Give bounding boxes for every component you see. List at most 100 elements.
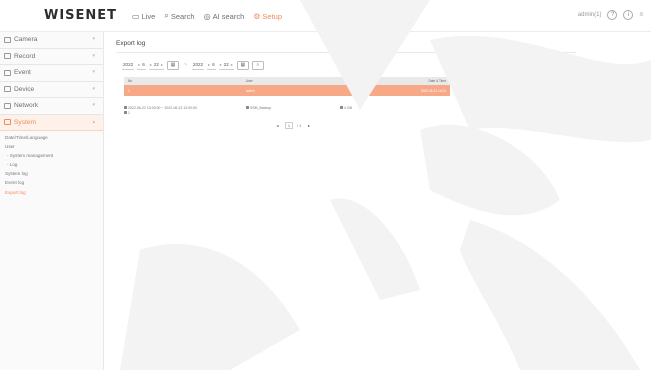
submenu-event-log[interactable]: Event log [5,178,103,187]
stepper-icon: ▸ [149,62,152,67]
stepper-icon: ▸ [230,62,233,67]
date-filter: 2022 ▸ 6 ▸ 22 ▸ ▦ ~ 2022 ▸ 6 ▸ 22 ▸ ▦ ⌕ [122,60,264,70]
detail-channel: 1 [124,111,246,115]
row-detail: 2022-06-22 10:00:00 ~ 2022-06-22 12:00:0… [124,105,450,115]
detail-line: 1 [124,110,450,115]
nav-ai-search-label: AI search [212,11,245,21]
chevron-up-icon: ▴ [92,118,95,125]
end-month-value: 6 [212,62,215,67]
record-icon [4,53,11,60]
submenu-system-log[interactable]: System log [5,169,103,178]
end-year-value: 2022 [192,62,204,67]
sidebar-item-label: Device [14,85,35,93]
event-icon [4,69,11,76]
cell-no: 1 [128,88,130,93]
stepper-icon: ▸ [160,62,163,67]
col-header-no[interactable]: No. [124,79,246,83]
page-title: Export log [116,40,146,47]
sidebar-item-camera[interactable]: Camera ▾ [0,32,103,49]
file-icon [246,106,249,109]
sidebar-item-label: Camera [14,36,38,44]
chevron-down-icon: ▾ [92,85,95,92]
help-icon[interactable]: ? [607,10,618,20]
stepper-icon: ▸ [138,62,141,67]
sidebar-item-label: System [14,118,36,126]
submenu-export-log[interactable]: Export log [5,188,103,197]
detail-file-text: SSM_Backup [250,105,272,110]
nav-live-label: Live [141,11,156,21]
col-header-user[interactable]: User [246,79,390,83]
calendar-icon: ▦ [240,62,246,68]
detail-channel-text: 1 [128,110,130,115]
submenu-date-time-language[interactable]: Date/Time/Language [5,133,103,142]
start-month-select[interactable]: ▸ 6 [137,61,146,70]
disk-icon [340,106,343,109]
sidebar-item-event[interactable]: Event ▾ [0,65,103,82]
stepper-icon: ▸ [208,62,211,67]
top-bar: WISENET ▭ Live ⌕ Search ◎ AI search ⚙ Se… [0,0,651,32]
nav-setup[interactable]: ⚙ Setup [253,11,282,21]
ai-search-icon: ◎ [203,11,211,21]
camera-icon [124,111,127,114]
sidebar-item-record[interactable]: Record ▾ [0,49,103,65]
nav-ai-search[interactable]: ◎ AI search [204,11,245,21]
total-pages: / 1 [297,123,302,128]
system-icon [4,119,11,126]
sidebar-item-label: Event [14,69,31,77]
clock-icon [124,106,127,109]
submenu-user[interactable]: User [5,142,103,151]
nav-live[interactable]: ▭ Live [132,11,155,21]
sidebar-item-label: Record [14,52,36,60]
calendar-icon: ▦ [170,62,176,68]
submenu-system-management[interactable]: - System management [5,151,103,160]
table-row[interactable]: 1 admin 2022-06-22 14:21 [124,85,450,96]
chevron-down-icon: ▾ [92,69,95,75]
search-icon: ⌕ [164,11,169,20]
chevron-down-icon: ▾ [92,102,95,108]
search-button[interactable]: ⌕ [251,60,264,70]
sidebar-item-system[interactable]: System ▴ [0,114,103,131]
sidebar: Camera ▾ Record ▾ Event ▾ Device ▾ Netwo… [0,32,104,370]
sidebar-menu: Camera ▾ Record ▾ Event ▾ Device ▾ Netwo… [0,32,103,131]
search-icon: ⌕ [256,62,260,68]
stepper-icon: ▸ [219,62,222,67]
info-icon[interactable]: i [623,10,634,20]
user-label[interactable]: admin(1) [578,12,602,18]
detail-range-text: 2022-06-22 10:00:00 ~ 2022-06-22 12:00:0… [128,105,197,110]
current-page[interactable]: 1 [285,122,293,129]
start-year-value: 2022 [123,62,134,67]
end-month-select[interactable]: ▸ 6 [207,61,216,70]
title-divider [116,52,576,53]
start-year-select[interactable]: 2022 [122,61,135,70]
sidebar-item-network[interactable]: Network ▾ [0,98,103,115]
export-log-table: No. User Date & Time 1 admin 2022-06-22 … [124,77,450,96]
end-calendar-button[interactable]: ▦ [236,60,249,70]
prev-page-icon[interactable]: ◂ [274,122,281,129]
menu-icon[interactable]: ≡ [639,12,643,18]
start-month-value: 6 [142,62,145,67]
gear-icon: ⚙ [253,11,261,21]
detail-size-text: 4 GB [344,105,352,110]
start-day-select[interactable]: ▸ 22 ▸ [148,61,164,70]
detail-size: 4 GB [340,106,400,110]
cell-datetime: 2022-06-22 14:21 [420,88,446,93]
col-header-datetime[interactable]: Date & Time [390,79,450,83]
cell-user: admin [246,88,255,93]
next-page-icon[interactable]: ▸ [305,122,312,129]
detail-range: 2022-06-22 10:00:00 ~ 2022-06-22 12:00:0… [124,106,246,110]
submenu-log[interactable]: - Log [5,160,103,169]
chevron-down-icon: ▾ [92,52,95,59]
detail-file: SSM_Backup [246,106,340,110]
start-calendar-button[interactable]: ▦ [166,60,179,70]
end-day-select[interactable]: ▸ 22 ▸ [218,61,234,70]
top-right-tools: admin(1) ? i ≡ [578,10,643,20]
main-content: Export log 2022 ▸ 6 ▸ 22 ▸ ▦ ~ 2022 ▸ 6 ▸ 22 ▸… [104,32,651,370]
end-year-select[interactable]: 2022 [191,61,205,70]
device-icon [4,86,11,93]
sidebar-item-device[interactable]: Device ▾ [0,82,103,98]
nav-search[interactable]: ⌕ Search [164,11,194,21]
top-nav: ▭ Live ⌕ Search ◎ AI search ⚙ Setup [132,11,282,21]
network-icon [4,102,11,109]
camera-icon [4,36,11,43]
brand-logo: WISENET [44,8,118,23]
